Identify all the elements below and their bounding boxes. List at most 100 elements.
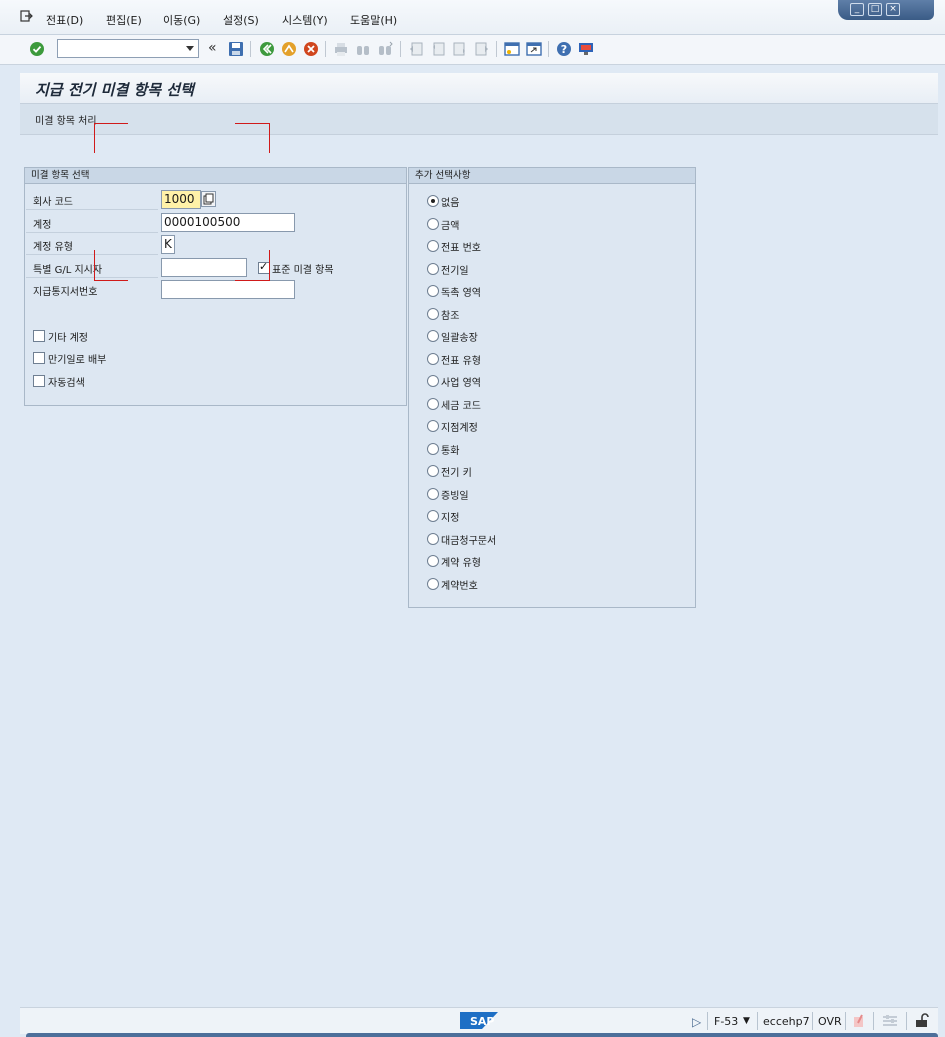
menu-bar: 전표(D) 편집(E) 이동(G) 설정(S) 시스템(Y) 도움말(H) _ … — [0, 0, 945, 35]
radio-option[interactable] — [427, 330, 439, 342]
cancel-icon[interactable] — [303, 41, 319, 57]
print-icon[interactable] — [333, 41, 349, 57]
radio-option-label: 계약 유형 — [441, 558, 481, 569]
radio-option-label: 대금청구문서 — [441, 535, 497, 547]
payment-advice-field[interactable] — [161, 280, 295, 299]
group-title: 미결 항목 선택 — [25, 168, 406, 184]
next-page-icon[interactable] — [452, 41, 468, 57]
sap-logo: SAP — [460, 1012, 498, 1029]
status-separator — [757, 1012, 758, 1030]
menu-system[interactable]: 시스템(Y) — [282, 12, 328, 28]
play-icon[interactable]: ▷ — [692, 1015, 701, 1029]
main-content: 미결 항목 선택 회사 코드 1000 계정 0000100500 계정 유형 … — [20, 123, 938, 1005]
svg-text:?: ? — [561, 43, 567, 56]
settings-icon[interactable] — [882, 1014, 898, 1028]
radio-option[interactable] — [427, 442, 439, 455]
account-type-label: 계정 유형 — [33, 242, 73, 253]
radio-option[interactable] — [427, 420, 439, 432]
annotation-mark — [94, 280, 128, 281]
status-separator — [845, 1012, 846, 1030]
company-code-field[interactable]: 1000 — [161, 190, 201, 209]
automatic-search-checkbox[interactable] — [33, 375, 45, 387]
radio-option-label: 증빙일 — [441, 490, 469, 502]
menu-help[interactable]: 도움말(H) — [350, 12, 397, 28]
radio-option-label: 지점계정 — [441, 423, 478, 434]
radio-option[interactable] — [427, 555, 439, 567]
menu-document[interactable]: 전표(D) — [46, 12, 83, 28]
radio-option[interactable] — [427, 465, 439, 477]
shortcut-icon[interactable] — [526, 41, 542, 57]
toolbar-separator — [548, 41, 549, 57]
check-icon: ✓ — [259, 260, 269, 273]
unlock-icon[interactable] — [915, 1013, 929, 1028]
radio-option[interactable] — [427, 307, 439, 320]
special-gl-indicator-field[interactable] — [161, 258, 247, 277]
double-chevron-left-icon[interactable]: « — [208, 41, 224, 57]
copy-icon[interactable] — [201, 191, 216, 207]
row-divider — [26, 232, 158, 233]
prev-page-icon[interactable] — [430, 41, 446, 57]
radio-option[interactable] — [427, 487, 439, 500]
last-page-icon[interactable] — [474, 41, 490, 57]
menu-goto[interactable]: 이동(G) — [163, 12, 200, 28]
distribute-by-age-checkbox[interactable] — [33, 352, 45, 364]
insert-mode[interactable]: OVR — [818, 1015, 842, 1028]
annotation-mark — [94, 123, 128, 124]
maximize-icon[interactable]: □ — [868, 3, 882, 16]
radio-option-label: 참조 — [441, 310, 460, 322]
menu-exit-icon[interactable] — [20, 10, 33, 22]
minimize-icon[interactable]: _ — [850, 3, 864, 16]
toolbar-separator — [400, 41, 401, 57]
menu-edit[interactable]: 편집(E) — [106, 12, 142, 28]
radio-option-label: 없음 — [441, 198, 460, 209]
process-open-items-button[interactable]: 미결 항목 처리 — [35, 112, 97, 127]
radio-option[interactable] — [427, 285, 439, 297]
status-separator — [906, 1012, 907, 1030]
close-icon[interactable]: × — [886, 3, 900, 16]
account-field[interactable]: 0000100500 — [161, 213, 295, 232]
radio-option-label: 전기일 — [441, 265, 469, 277]
radio-option[interactable] — [427, 240, 439, 252]
chevron-down-icon[interactable]: ▼ — [743, 1016, 750, 1026]
company-code-label: 회사 코드 — [33, 197, 73, 208]
radio-option-label: 전표 유형 — [441, 355, 481, 367]
chevron-down-icon[interactable] — [186, 46, 194, 51]
annotation-mark — [235, 123, 270, 124]
radio-option[interactable] — [427, 352, 439, 365]
back-icon[interactable] — [259, 41, 275, 57]
first-page-icon[interactable] — [408, 41, 424, 57]
radio-option[interactable] — [427, 195, 439, 207]
window-bottom-edge — [26, 1033, 938, 1037]
annotation-mark — [269, 250, 270, 280]
page-title: 지급 전기 미결 항목 선택 — [35, 81, 194, 99]
find-next-icon[interactable] — [377, 41, 393, 57]
save-icon[interactable] — [228, 41, 244, 57]
find-icon[interactable] — [355, 41, 371, 57]
radio-option-label: 계약번호 — [441, 580, 478, 592]
other-accounts-checkbox[interactable] — [33, 330, 45, 342]
enter-icon[interactable] — [29, 41, 45, 57]
other-accounts-label: 기타 계정 — [48, 333, 88, 344]
radio-option-label: 금액 — [441, 220, 460, 232]
standard-open-items-label: 표준 미결 항목 — [272, 265, 334, 276]
account-type-field[interactable]: K — [161, 235, 175, 254]
radio-option[interactable] — [427, 532, 439, 545]
customize-icon[interactable] — [578, 41, 594, 57]
exit-icon[interactable] — [281, 41, 297, 57]
radio-option-label: 전표 번호 — [441, 243, 481, 254]
window-controls: _ □ × — [838, 0, 934, 20]
status-separator — [812, 1012, 813, 1030]
menu-settings[interactable]: 설정(S) — [223, 12, 259, 28]
radio-option[interactable] — [427, 397, 439, 410]
radio-option[interactable] — [427, 510, 439, 522]
radio-option[interactable] — [427, 262, 439, 275]
disabled-status-icon — [854, 1014, 863, 1027]
radio-option[interactable] — [427, 577, 439, 590]
new-session-icon[interactable] — [504, 41, 520, 57]
command-field[interactable] — [57, 39, 199, 58]
help-icon[interactable]: ? — [556, 41, 572, 57]
annotation-mark — [94, 123, 95, 153]
radio-option[interactable] — [427, 375, 439, 387]
radio-option[interactable] — [427, 217, 439, 230]
screen-title-bar: 지급 전기 미결 항목 선택 — [20, 73, 938, 104]
